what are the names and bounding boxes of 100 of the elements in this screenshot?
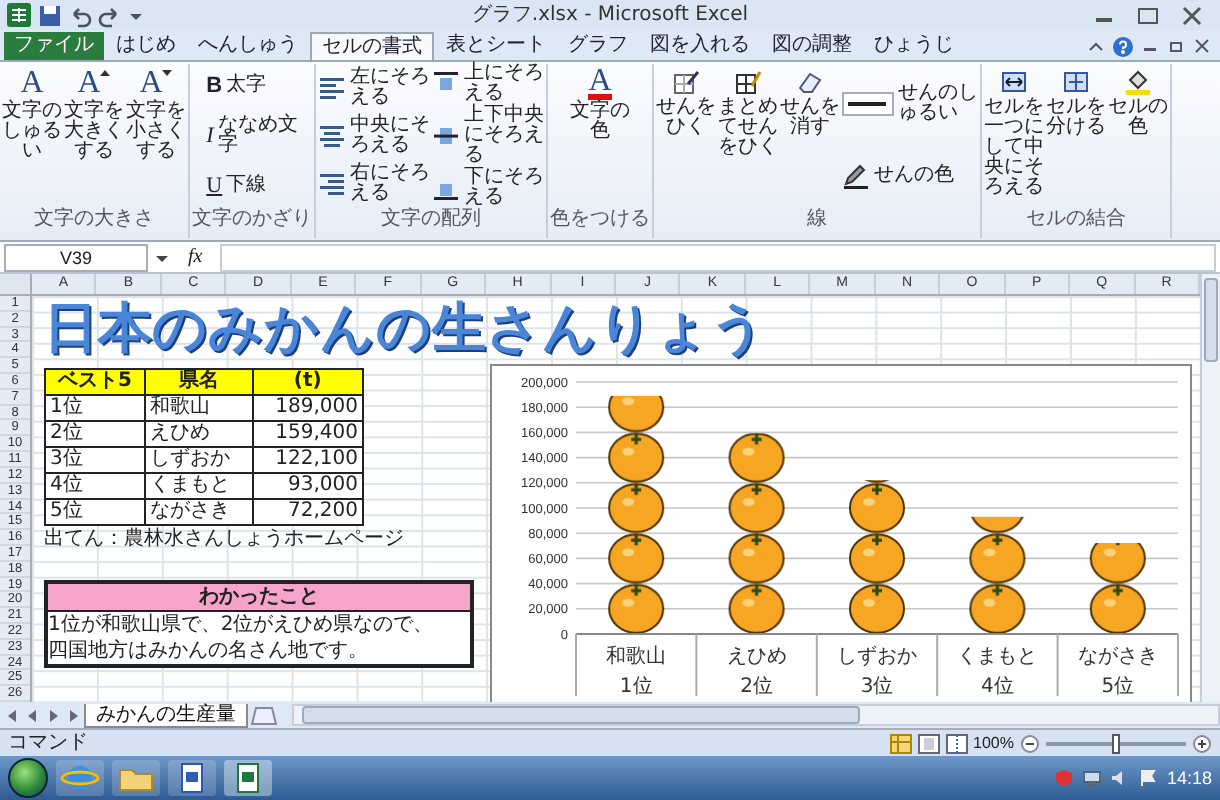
help-icon[interactable] bbox=[1112, 35, 1134, 57]
ribbon-button[interactable]: A 文字を小さくする bbox=[126, 64, 186, 208]
ribbon-button[interactable]: 下にそろえる bbox=[432, 167, 544, 208]
ribbon-tab[interactable]: 図の調整 bbox=[762, 32, 862, 60]
table-cell: 3位 bbox=[45, 447, 146, 473]
insert-function-button[interactable]: fx bbox=[176, 246, 215, 268]
ribbon-button[interactable]: A 文字の色 bbox=[570, 64, 630, 208]
ribbon-tab[interactable]: ひょうじ bbox=[864, 32, 964, 60]
caret-down-icon bbox=[162, 68, 173, 78]
normal-view-icon[interactable] bbox=[889, 733, 912, 753]
category-label: くまもと bbox=[957, 646, 1038, 668]
start-button[interactable] bbox=[8, 758, 48, 798]
grid-border-icon bbox=[734, 68, 762, 96]
vertical-scrollbar[interactable] bbox=[1200, 274, 1220, 702]
table-cell: 159,400 bbox=[252, 421, 363, 447]
ribbon-group-label: 文字の大きさ bbox=[34, 208, 154, 232]
page-layout-icon[interactable] bbox=[917, 733, 940, 753]
border-icon bbox=[672, 68, 700, 96]
findings-text: 四国地方はみかんの名さん地です。 bbox=[48, 638, 370, 664]
zoom-level[interactable]: 100% bbox=[973, 734, 1014, 752]
table-cell: 2位 bbox=[45, 421, 146, 447]
sheet-title: 日本のみかんの生さんりょう bbox=[44, 296, 768, 364]
close-icon[interactable] bbox=[1192, 36, 1212, 56]
ribbon-tab[interactable]: 図を入れる bbox=[640, 32, 760, 60]
first-sheet-icon[interactable] bbox=[4, 705, 22, 725]
horizontal-scrollbar[interactable] bbox=[292, 704, 1220, 726]
ribbon-tab[interactable]: グラフ bbox=[558, 32, 638, 60]
category-label: しずおか bbox=[837, 646, 917, 668]
rank-label: 5位 bbox=[1101, 676, 1135, 698]
category-label: えひめ bbox=[726, 646, 787, 668]
document-icon[interactable] bbox=[168, 760, 216, 796]
undo-icon[interactable] bbox=[68, 3, 92, 27]
split-cells-icon bbox=[1062, 68, 1090, 96]
table-cell: 1位 bbox=[45, 395, 146, 421]
ribbon-button[interactable]: B 太字 bbox=[206, 73, 298, 98]
ribbon-button[interactable]: せんをひく bbox=[656, 64, 716, 208]
zoom-out-icon[interactable] bbox=[1020, 733, 1040, 753]
ribbon-button[interactable]: せんのしゅるい bbox=[842, 83, 978, 123]
ribbon-button[interactable]: A 文字のしゅるい bbox=[2, 64, 62, 208]
pictograph-bar bbox=[967, 516, 1028, 634]
rank-label: 3位 bbox=[860, 676, 894, 698]
ribbon-tab[interactable]: ファイル bbox=[4, 32, 104, 60]
rank-label: 1位 bbox=[619, 676, 653, 698]
ribbon-button[interactable]: A 文字を大きくする bbox=[64, 64, 124, 208]
align-right-icon bbox=[318, 170, 346, 198]
source-note: 出てん：農林水さんしょうホームページ bbox=[44, 526, 406, 552]
ribbon-button[interactable]: 中央にそろえる bbox=[318, 116, 430, 156]
ribbon-button[interactable]: セルを一つにして中央にそろえる bbox=[984, 64, 1044, 208]
ribbon-button[interactable]: せんを消す bbox=[780, 64, 840, 208]
table-header-cell: 県名 bbox=[145, 369, 253, 395]
eraser-icon bbox=[796, 68, 824, 96]
align-left-icon bbox=[318, 74, 346, 102]
ribbon-button[interactable]: U 下線 bbox=[206, 174, 298, 199]
ribbon-button[interactable]: まとめてせんをひく bbox=[718, 64, 778, 208]
ribbon-tab[interactable]: 表とシート bbox=[436, 32, 556, 60]
ribbon-button[interactable]: せんの色 bbox=[842, 161, 978, 189]
table-header-cell: (t) bbox=[252, 369, 363, 395]
zoom-in-icon[interactable] bbox=[1192, 733, 1212, 753]
table-cell: くまもと bbox=[145, 473, 253, 499]
previous-sheet-icon[interactable] bbox=[24, 705, 42, 725]
table-cell: しずおか bbox=[145, 447, 253, 473]
category-label: 和歌山 bbox=[606, 646, 667, 668]
table-cell: ながさき bbox=[145, 499, 253, 525]
ribbon-button[interactable]: 上下中央にそろえる bbox=[432, 105, 544, 166]
ribbon-group-label: セルの結合 bbox=[1026, 208, 1126, 232]
save-icon[interactable] bbox=[38, 3, 62, 27]
window-title: グラフ.xlsx - Microsoft Excel bbox=[469, 1, 751, 29]
table-cell: 和歌山 bbox=[145, 395, 253, 421]
restore-icon[interactable] bbox=[1166, 36, 1186, 56]
clock[interactable]: 14:18 bbox=[1166, 768, 1212, 788]
findings-text: 1位が和歌山県で、2位がえひめ県なので、 bbox=[48, 612, 436, 638]
pictograph-bar bbox=[1087, 543, 1148, 634]
ribbon-button[interactable]: 上にそろえる bbox=[432, 64, 544, 105]
sheet-tab[interactable]: みかんの生産量 bbox=[84, 703, 248, 727]
ribbon-tab[interactable]: セルの書式 bbox=[310, 32, 434, 60]
pencil-icon bbox=[842, 161, 870, 189]
line-sample-icon bbox=[842, 89, 894, 117]
ribbon-button[interactable]: セルを分ける bbox=[1046, 64, 1106, 208]
ribbon-tab[interactable]: はじめ bbox=[106, 32, 186, 60]
ribbon-group-label: 色をつける bbox=[550, 208, 650, 232]
folder-icon[interactable] bbox=[112, 760, 160, 796]
name-box[interactable]: V39 bbox=[4, 243, 148, 271]
ribbon-button[interactable]: 右にそろえる bbox=[318, 164, 430, 204]
table-cell: 189,000 bbox=[252, 395, 363, 421]
formula-input[interactable] bbox=[220, 243, 1216, 271]
spreadsheet-icon[interactable] bbox=[224, 760, 272, 796]
redo-icon[interactable] bbox=[98, 3, 122, 27]
caret-up-icon bbox=[100, 68, 111, 78]
ribbon-button[interactable]: 左にそろえる bbox=[318, 68, 430, 108]
next-sheet-icon[interactable] bbox=[44, 705, 62, 725]
table-cell: 4位 bbox=[45, 473, 146, 499]
slider-thumb[interactable] bbox=[1112, 733, 1120, 753]
table-cell: 93,000 bbox=[252, 473, 363, 499]
ribbon-group-label: 文字の配列 bbox=[381, 208, 481, 232]
table-cell: 5位 bbox=[45, 499, 146, 525]
ribbon-tab[interactable]: へんしゅう bbox=[188, 32, 308, 60]
flag-icon[interactable] bbox=[1138, 768, 1159, 788]
page-break-icon[interactable] bbox=[945, 733, 968, 753]
ribbon-button[interactable]: セルの色 bbox=[1108, 64, 1168, 208]
network-icon[interactable] bbox=[1082, 768, 1103, 788]
